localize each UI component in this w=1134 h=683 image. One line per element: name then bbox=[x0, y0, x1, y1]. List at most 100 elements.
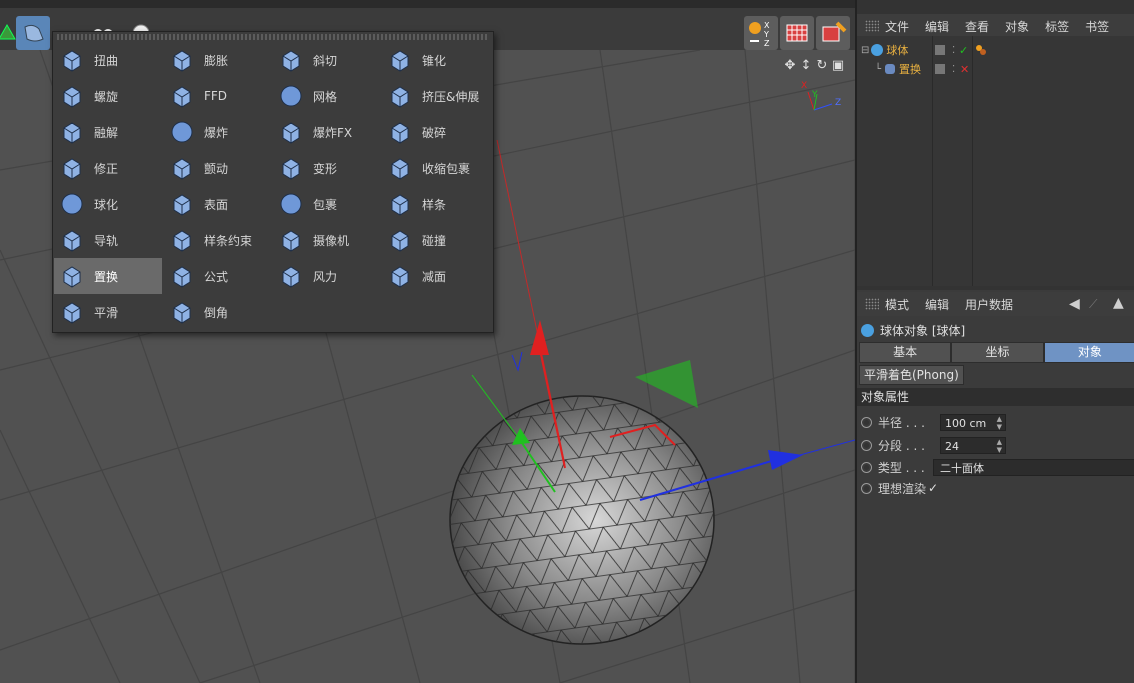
animate-radio[interactable] bbox=[861, 482, 872, 494]
move-view-icon[interactable]: ✥ bbox=[783, 58, 797, 73]
deformer-item-formula[interactable]: 公式 bbox=[164, 258, 272, 294]
object-row-displacer[interactable]: └ 置换 ⁚ ✕ bbox=[857, 60, 1134, 78]
object-manager: ⊟ 球体 ⁚ ✓ └ 置换 ⁚ ✕ bbox=[857, 36, 1134, 286]
deformer-item-shatter[interactable]: 破碎 bbox=[382, 114, 490, 150]
property-label: 类型 . . . bbox=[877, 460, 925, 475]
menu-file[interactable]: 文件 bbox=[885, 18, 909, 35]
animate-radio[interactable] bbox=[861, 439, 872, 451]
deformer-label: 样条约束 bbox=[204, 233, 253, 248]
tab-object[interactable]: 对象 bbox=[1043, 342, 1134, 363]
deformer-item-twist[interactable]: 螺旋 bbox=[54, 78, 162, 114]
radius-value: 100 cm bbox=[945, 416, 987, 430]
deformer-item-bulge[interactable]: 膨胀 bbox=[164, 42, 272, 78]
deformer-item-surface[interactable]: 表面 bbox=[164, 186, 272, 222]
deformer-label: 螺旋 bbox=[94, 89, 119, 104]
layer-icon[interactable] bbox=[935, 64, 945, 74]
property-label: 分段 . . . bbox=[878, 438, 925, 453]
enabled-check-icon[interactable]: ✓ bbox=[959, 44, 968, 57]
object-name-displacer[interactable]: 置换 bbox=[899, 61, 921, 77]
deformer-column-1: 扭曲螺旋融解修正球化 导轨置换平滑 bbox=[54, 42, 162, 330]
attribute-manager: 模式 编辑 用户数据 ◀ ⟋ ▲ 球体对象 [球体] 基本 坐标 对象 平滑着色… bbox=[857, 290, 1134, 683]
tab-basic[interactable]: 基本 bbox=[859, 342, 952, 363]
deformer-label: 修正 bbox=[94, 161, 119, 176]
visibility-dots-icon[interactable]: ⁚ bbox=[952, 45, 955, 56]
deformer-item-wrap[interactable]: 包裹 bbox=[273, 186, 381, 222]
coordinate-system-icon[interactable]: XYZ bbox=[744, 16, 778, 50]
deformer-label: 扭曲 bbox=[94, 53, 119, 68]
toggle-view-icon[interactable]: ▣ bbox=[831, 58, 845, 73]
smoothing-icon bbox=[56, 296, 88, 328]
menu-user-data[interactable]: 用户数据 bbox=[965, 296, 1013, 313]
menu-edit[interactable]: 编辑 bbox=[925, 296, 949, 313]
deformer-item-jiggle[interactable]: 颤动 bbox=[164, 150, 272, 186]
deformer-label: 破碎 bbox=[422, 125, 447, 140]
deformer-item-spherify[interactable]: 球化 bbox=[54, 186, 162, 222]
forward-arrow-icon[interactable]: ⟋ bbox=[1089, 297, 1097, 312]
disabled-cross-icon[interactable]: ✕ bbox=[960, 63, 969, 76]
grip-icon[interactable] bbox=[865, 20, 879, 32]
deformer-item-smoothing[interactable]: 平滑 bbox=[54, 294, 162, 330]
deformer-item-explosion[interactable]: 爆炸 bbox=[164, 114, 272, 150]
menu-tags[interactable]: 标签 bbox=[1045, 18, 1069, 35]
segments-field[interactable]: 24 ▲ ▼ bbox=[940, 436, 1006, 454]
deformer-item-bevel[interactable]: 倒角 bbox=[164, 294, 272, 330]
section-header: 对象属性 bbox=[857, 388, 1134, 406]
deformer-bend-icon[interactable] bbox=[16, 16, 50, 50]
deformer-item-polygon-reduction[interactable]: 减面 bbox=[382, 258, 490, 294]
back-arrow-icon[interactable]: ◀ bbox=[1069, 296, 1080, 312]
deformer-label: 样条 bbox=[422, 197, 447, 212]
render-view-icon[interactable] bbox=[780, 16, 814, 50]
deformer-item-ffd[interactable]: FFD bbox=[164, 78, 272, 114]
deformer-item-displacer[interactable]: 置换 bbox=[54, 258, 162, 294]
menu-edit[interactable]: 编辑 bbox=[925, 18, 949, 35]
grip-icon[interactable] bbox=[865, 298, 879, 310]
deformer-item-shear[interactable]: 斜切 bbox=[273, 42, 381, 78]
formula-icon bbox=[166, 260, 198, 292]
deformer-label: 公式 bbox=[204, 269, 229, 284]
type-dropdown[interactable]: 二十面体 bbox=[933, 458, 1134, 476]
axis-label-y: Y bbox=[812, 90, 818, 100]
spline-wrap-icon bbox=[166, 224, 198, 256]
deformer-item-melt[interactable]: 融解 bbox=[54, 114, 162, 150]
deformer-item-correction[interactable]: 修正 bbox=[54, 150, 162, 186]
deformer-item-wind[interactable]: 风力 bbox=[273, 258, 381, 294]
spinner-icon[interactable]: ▲ ▼ bbox=[997, 438, 1002, 454]
tab-phong[interactable]: 平滑着色(Phong) bbox=[859, 365, 964, 385]
deformer-item-taper[interactable]: 锥化 bbox=[382, 42, 490, 78]
spinner-icon[interactable]: ▲ ▼ bbox=[997, 415, 1002, 431]
radius-field[interactable]: 100 cm ▲ ▼ bbox=[940, 413, 1006, 431]
phong-tag-icon[interactable] bbox=[975, 44, 987, 56]
deformer-label: 置换 bbox=[94, 269, 119, 284]
layer-icon[interactable] bbox=[935, 45, 945, 55]
shatter-icon bbox=[384, 116, 416, 148]
deformer-item-bend[interactable]: 扭曲 bbox=[54, 42, 162, 78]
deformer-item-spline-deformer[interactable]: 样条 bbox=[382, 186, 490, 222]
deformer-item-rail[interactable]: 导轨 bbox=[54, 222, 162, 258]
deformer-item-collision[interactable]: 碰撞 bbox=[382, 222, 490, 258]
menu-mode[interactable]: 模式 bbox=[885, 296, 909, 313]
render-perfect-checkbox[interactable]: ✓ bbox=[928, 481, 938, 495]
deformer-item-mesh[interactable]: 网格 bbox=[273, 78, 381, 114]
menu-objects[interactable]: 对象 bbox=[1005, 18, 1029, 35]
object-name-sphere[interactable]: 球体 bbox=[886, 42, 908, 58]
menu-bookmarks[interactable]: 书签 bbox=[1085, 18, 1109, 35]
pointer-up-icon[interactable]: ▲ bbox=[1113, 295, 1124, 311]
render-settings-icon[interactable] bbox=[816, 16, 850, 50]
deformer-item-spline-wrap[interactable]: 样条约束 bbox=[164, 222, 272, 258]
tab-coord[interactable]: 坐标 bbox=[951, 342, 1044, 363]
dolly-view-icon[interactable]: ↕ bbox=[799, 58, 813, 73]
object-row-sphere[interactable]: ⊟ 球体 ⁚ ✓ bbox=[857, 41, 1134, 59]
deformer-item-shrink-wrap[interactable]: 收缩包裹 bbox=[382, 150, 490, 186]
deformer-item-squash-stretch[interactable]: 挤压&伸展 bbox=[382, 78, 490, 114]
visibility-dots-icon[interactable]: ⁚ bbox=[952, 64, 955, 75]
menu-tear-off[interactable] bbox=[57, 34, 489, 40]
deformer-item-morph[interactable]: 变形 bbox=[273, 150, 381, 186]
animate-radio[interactable] bbox=[861, 461, 872, 473]
rotate-view-icon[interactable]: ↻ bbox=[815, 58, 829, 73]
deformer-item-explosion-fx[interactable]: 爆炸FX bbox=[273, 114, 381, 150]
animate-radio[interactable] bbox=[861, 416, 872, 428]
axis-label-x: X bbox=[801, 81, 808, 91]
deformer-item-camera-deformer[interactable]: 摄像机 bbox=[273, 222, 381, 258]
expand-icon[interactable]: ⊟ bbox=[861, 45, 869, 56]
menu-view[interactable]: 查看 bbox=[965, 18, 989, 35]
